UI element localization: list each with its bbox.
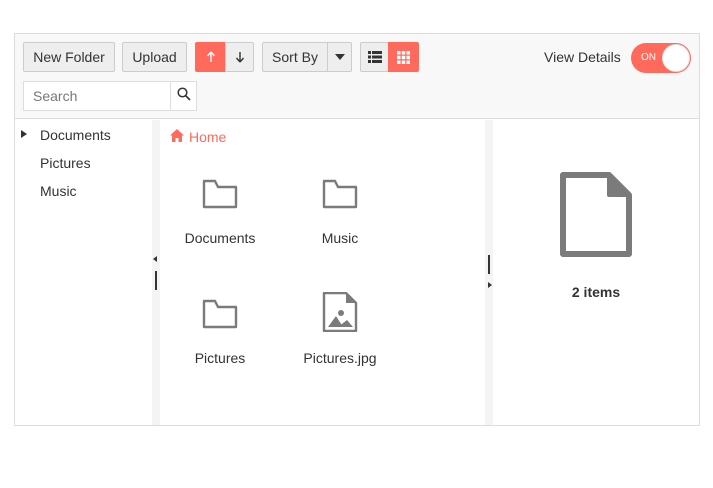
- file-item-label: Documents: [184, 230, 256, 246]
- splitter-handle[interactable]: [155, 271, 157, 290]
- upload-button[interactable]: Upload: [122, 42, 187, 72]
- collapse-right-arrow-icon[interactable]: [488, 282, 492, 288]
- right-pane-splitter[interactable]: [485, 120, 493, 425]
- file-item-label: Pictures.jpg: [303, 350, 377, 366]
- sort-ascending-button[interactable]: [195, 42, 226, 72]
- toggle-knob: [662, 44, 690, 72]
- arrow-up-icon: [206, 51, 216, 63]
- file-manager: New Folder Upload Sort By View Details O…: [14, 33, 700, 426]
- nav-item-music[interactable]: Music: [40, 183, 77, 199]
- nav-item-pictures[interactable]: Pictures: [40, 155, 91, 171]
- item-count-label: 2 items: [571, 284, 621, 300]
- image-file-icon: [322, 291, 358, 333]
- sort-by-dropdown-button[interactable]: [327, 42, 352, 72]
- caret-down-icon: [334, 54, 345, 60]
- collapse-left-arrow-icon[interactable]: [153, 256, 157, 262]
- view-details-label: View Details: [544, 49, 621, 65]
- large-icons-view: Home Documents Music Pictures Pictures.j…: [160, 120, 485, 425]
- grid-view-icon: [397, 50, 410, 64]
- toolbar: New Folder Upload Sort By View Details O…: [15, 34, 699, 119]
- search-icon: [176, 86, 191, 106]
- grid-view-button[interactable]: [388, 42, 419, 72]
- list-view-icon: [367, 51, 382, 63]
- folder-icon: [202, 172, 238, 212]
- sort-descending-button[interactable]: [225, 42, 254, 72]
- expand-arrow-icon[interactable]: [21, 130, 27, 138]
- file-item[interactable]: Music: [280, 160, 400, 260]
- breadcrumb-home[interactable]: Home: [189, 129, 226, 145]
- sort-by-button[interactable]: Sort By: [262, 42, 328, 72]
- search-button[interactable]: [170, 82, 196, 110]
- view-details-toggle[interactable]: ON: [631, 43, 691, 73]
- file-item-label: Music: [321, 230, 359, 246]
- list-view-button[interactable]: [360, 42, 389, 72]
- new-folder-button[interactable]: New Folder: [23, 42, 115, 72]
- splitter-handle[interactable]: [488, 255, 490, 274]
- file-item[interactable]: Pictures.jpg: [280, 280, 400, 380]
- nav-item-documents[interactable]: Documents: [40, 127, 111, 143]
- navigation-pane: Documents Pictures Music: [15, 120, 152, 425]
- arrow-down-icon: [235, 51, 245, 63]
- breadcrumb[interactable]: Home: [170, 129, 226, 145]
- file-item-label: Pictures: [194, 350, 246, 366]
- left-pane-splitter[interactable]: [152, 120, 160, 425]
- details-pane: 2 items: [493, 120, 699, 425]
- file-icon: [559, 172, 633, 263]
- file-item[interactable]: Documents: [160, 160, 280, 260]
- search-box: [23, 81, 197, 111]
- folder-icon: [202, 292, 238, 332]
- file-item[interactable]: Pictures: [160, 280, 280, 380]
- search-input[interactable]: [24, 82, 170, 110]
- toggle-state-label: ON: [641, 52, 656, 63]
- folder-icon: [322, 172, 358, 212]
- home-icon: [170, 129, 189, 145]
